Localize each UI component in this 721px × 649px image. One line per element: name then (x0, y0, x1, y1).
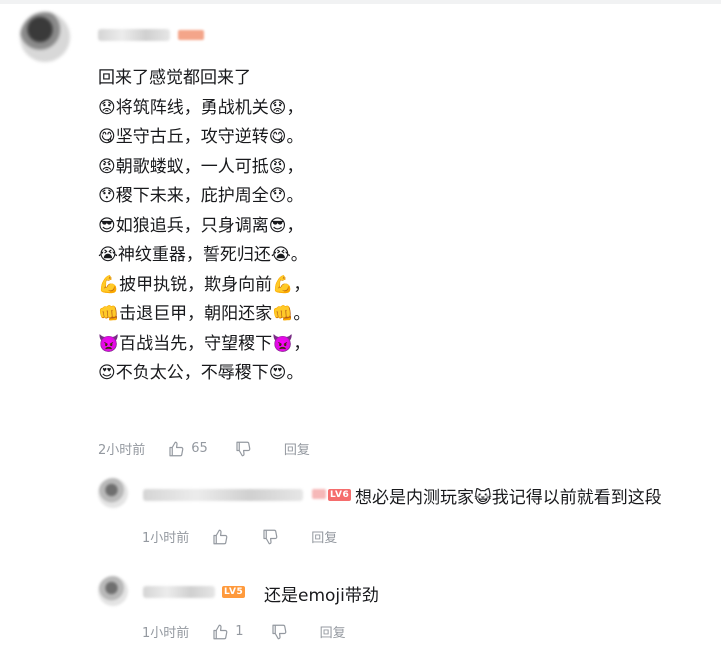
username-blurred[interactable] (143, 489, 303, 501)
like-button[interactable]: 1 (211, 623, 244, 641)
dislike-button[interactable] (270, 623, 294, 641)
thumbs-down-icon (263, 529, 278, 544)
comment-line: 😯稷下未来，庇护周全😯。 (98, 186, 304, 206)
comment-meta: 2小时前 65 回复 (98, 439, 310, 458)
comment-line: 💪披甲执锐，欺身向前💪， (98, 274, 311, 295)
badge-blurred (312, 489, 326, 499)
reply-text: 还是emoji带劲 (264, 586, 379, 606)
thumbs-up-icon (213, 529, 228, 544)
comment-line: 😍不负太公，不辱稷下😍。 (98, 363, 304, 383)
reply-meta: 1小时前 1 回复 (142, 622, 346, 641)
thumbs-down-icon (236, 441, 251, 456)
username-blurred[interactable] (143, 586, 215, 598)
reply-button[interactable]: 回复 (311, 527, 337, 546)
reply-button[interactable]: 回复 (284, 439, 310, 458)
top-divider (0, 0, 721, 4)
comment-time: 2小时前 (98, 443, 146, 458)
level-badge: LV6 (328, 489, 352, 501)
comment-line: 😎如狼追兵，只身调离😎， (98, 215, 304, 236)
like-button[interactable]: 65 (167, 440, 208, 458)
reply-meta: 1小时前 回复 (142, 527, 337, 546)
avatar[interactable] (98, 478, 128, 508)
avatar[interactable] (20, 12, 70, 62)
dislike-button[interactable] (234, 440, 258, 458)
reply-text: 想必是内测玩家😺我记得以前就看到这段 (355, 488, 662, 508)
comment-line: 😋坚守古丘，攻守逆转😋。 (98, 127, 304, 147)
like-count: 1 (235, 624, 244, 639)
comment-content: 回来了感觉都回来了 😟将筑阵线，勇战机关😟， 😋坚守古丘，攻守逆转😋。 😡朝歌蝼… (98, 64, 310, 389)
thumbs-up-icon (213, 624, 228, 639)
comment-line: 😭神纹重器，誓死归还😭。 (98, 245, 308, 265)
like-button[interactable] (211, 528, 235, 546)
username-blurred[interactable] (98, 29, 170, 41)
reply-time: 1小时前 (142, 531, 190, 546)
reply-button[interactable]: 回复 (320, 622, 346, 641)
avatar[interactable] (98, 576, 128, 606)
comment-line: 😟将筑阵线，勇战机关😟， (98, 97, 304, 118)
dislike-button[interactable] (261, 528, 285, 546)
comment-line: 😡朝歌蝼蚁，一人可抵😡， (98, 156, 304, 177)
level-badge-blurred (178, 30, 204, 40)
level-badge: LV5 (222, 586, 246, 598)
thumbs-up-icon (169, 441, 184, 456)
thumbs-down-icon (271, 624, 286, 639)
reply-time: 1小时前 (142, 626, 190, 641)
comment-line: 👿百战当先，守望稷下👿， (98, 333, 311, 354)
comment-line: 👊击退巨甲，朝阳还家👊。 (98, 304, 311, 324)
like-count: 65 (191, 441, 208, 456)
comment-line: 回来了感觉都回来了 (98, 68, 251, 88)
